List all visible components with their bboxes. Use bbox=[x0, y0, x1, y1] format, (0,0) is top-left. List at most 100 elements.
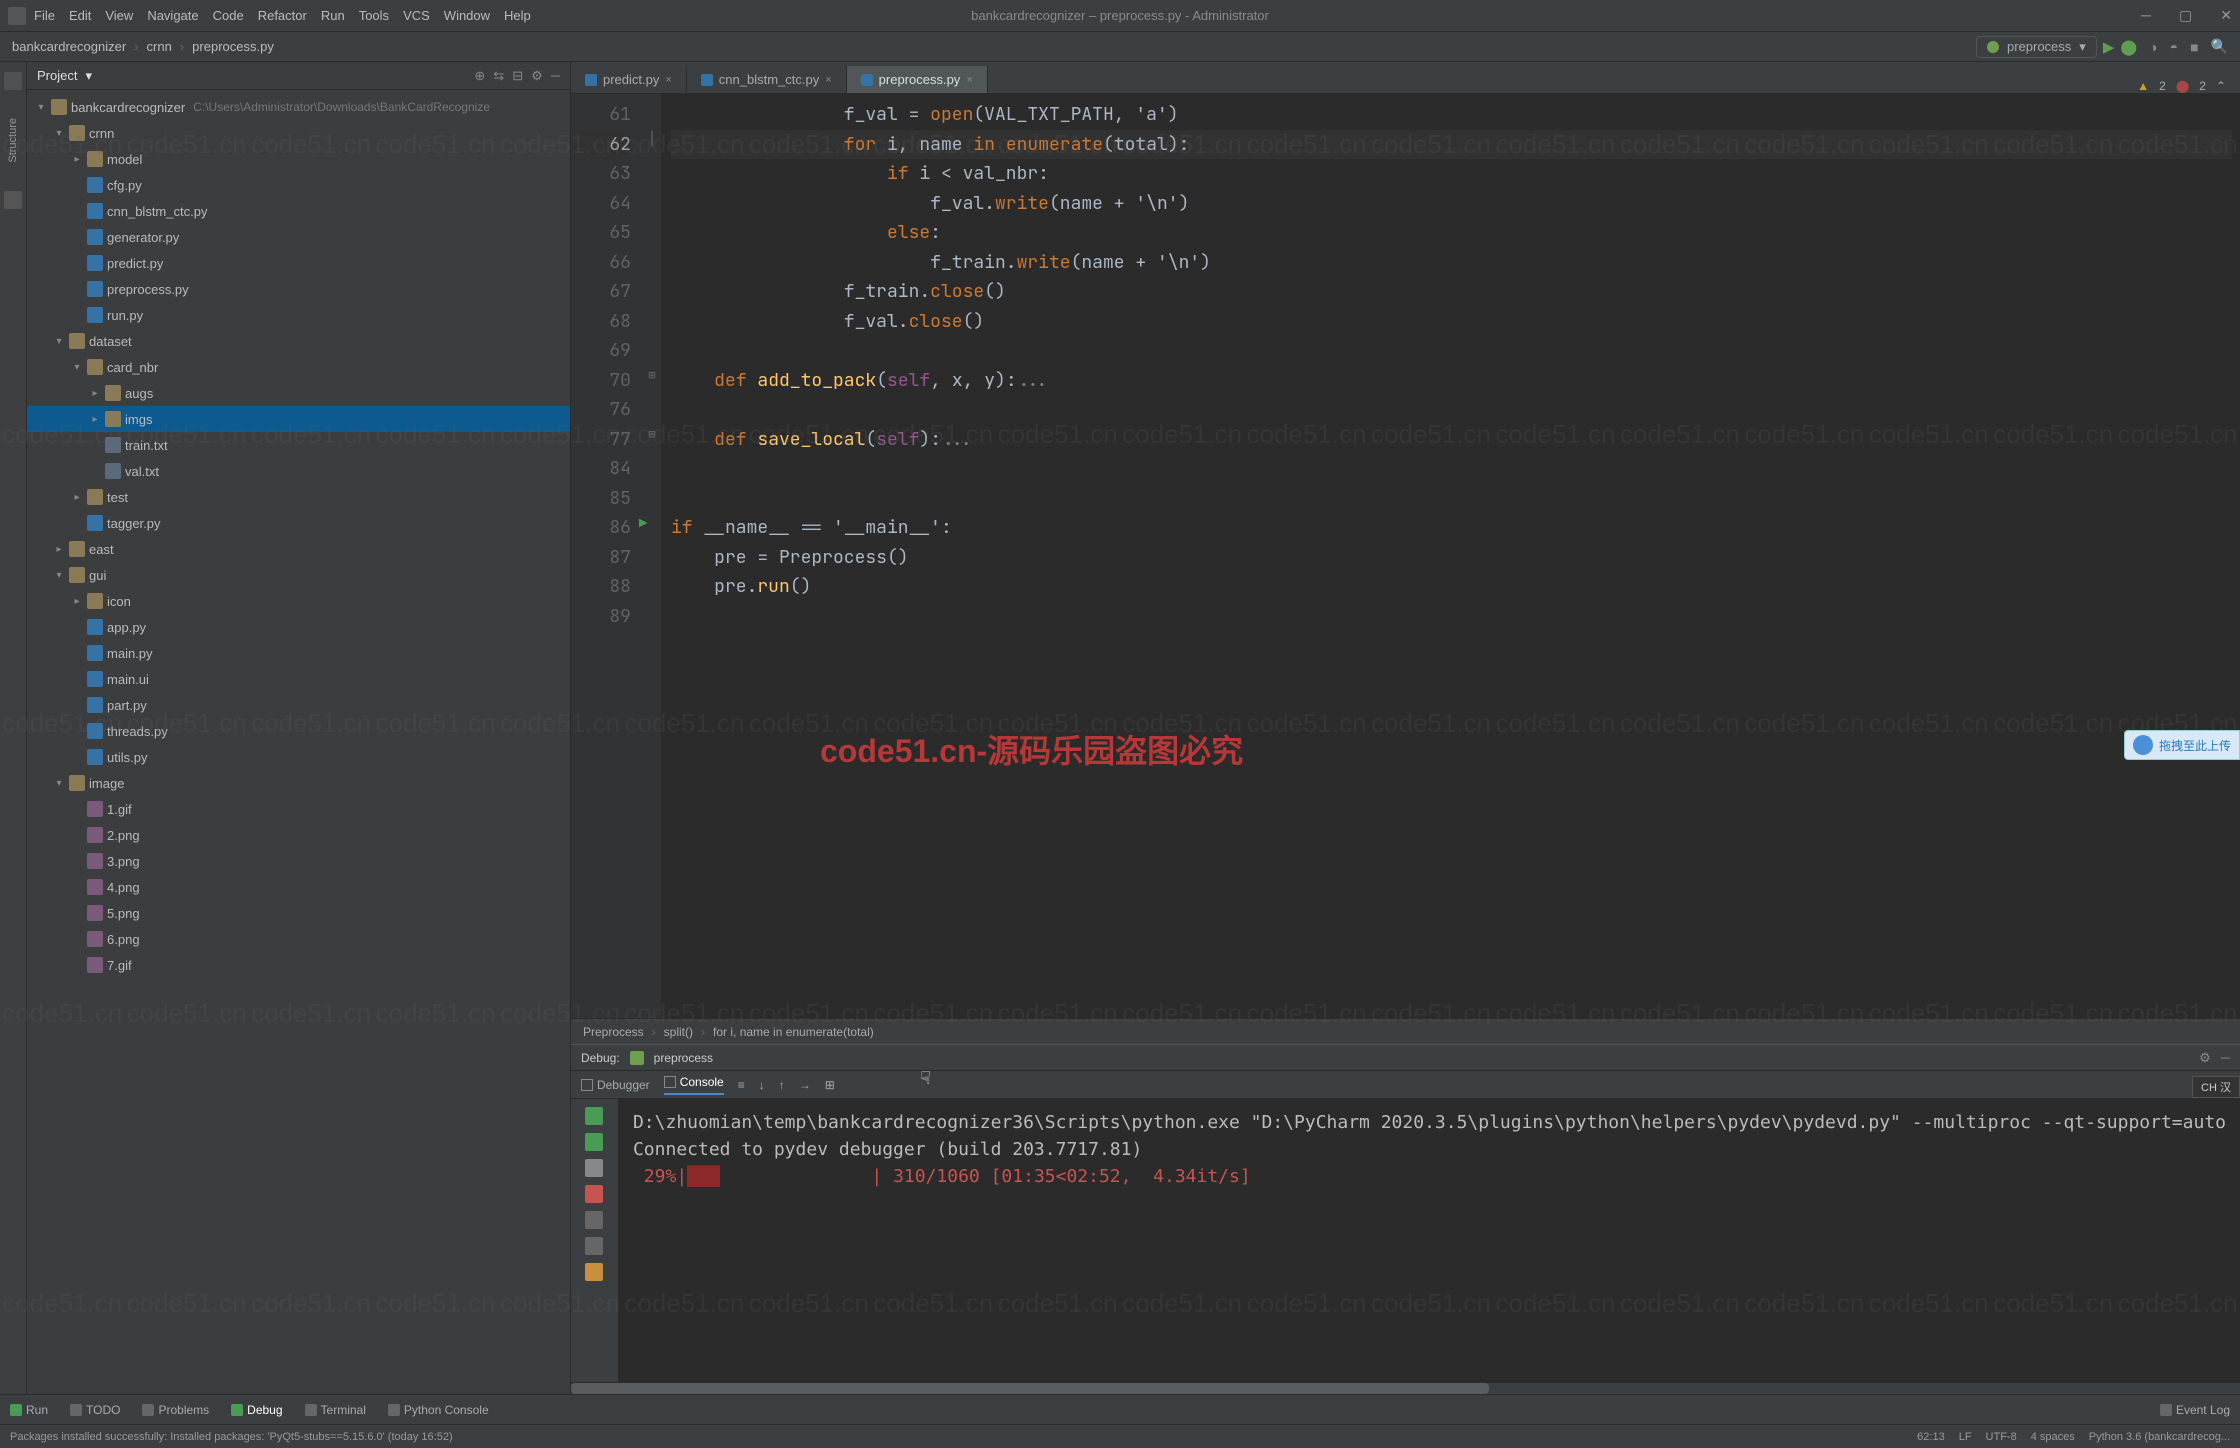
tree-item-part.py[interactable]: part.py bbox=[27, 692, 570, 718]
tree-item-gui[interactable]: ▾gui bbox=[27, 562, 570, 588]
tree-item-main.ui[interactable]: main.ui bbox=[27, 666, 570, 692]
problems-tool[interactable]: Problems bbox=[142, 1403, 209, 1417]
tree-item-generator.py[interactable]: generator.py bbox=[27, 224, 570, 250]
ime-badge[interactable]: CH 汉 bbox=[2192, 1076, 2240, 1098]
run-config-selector[interactable]: preprocess ▾ bbox=[1976, 36, 2097, 58]
tree-item-dataset[interactable]: ▾dataset bbox=[27, 328, 570, 354]
close-button[interactable]: ✕ bbox=[2220, 7, 2232, 24]
run-button[interactable]: ▶ bbox=[2103, 38, 2115, 56]
maximize-button[interactable]: ▢ bbox=[2179, 7, 2192, 24]
tree-item-tagger.py[interactable]: tagger.py bbox=[27, 510, 570, 536]
python-console-tool[interactable]: Python Console bbox=[388, 1403, 489, 1417]
evaluate-icon[interactable]: ⊞ bbox=[825, 1078, 835, 1092]
tree-item-card_nbr[interactable]: ▾card_nbr bbox=[27, 354, 570, 380]
tree-item-east[interactable]: ▸east bbox=[27, 536, 570, 562]
search-button[interactable]: 🔍 bbox=[2211, 38, 2228, 55]
rerun-button[interactable] bbox=[585, 1107, 603, 1125]
tree-item-6.png[interactable]: 6.png bbox=[27, 926, 570, 952]
menu-code[interactable]: Code bbox=[213, 8, 244, 23]
view-breakpoints-button[interactable] bbox=[585, 1211, 603, 1229]
menu-window[interactable]: Window bbox=[444, 8, 490, 23]
tab-predict.py[interactable]: predict.py× bbox=[571, 66, 687, 93]
tree-item-run.py[interactable]: run.py bbox=[27, 302, 570, 328]
tree-item-main.py[interactable]: main.py bbox=[27, 640, 570, 666]
mute-breakpoints-button[interactable] bbox=[585, 1237, 603, 1255]
tree-item-app.py[interactable]: app.py bbox=[27, 614, 570, 640]
minimize-button[interactable]: ─ bbox=[2141, 7, 2151, 24]
tree-item-cfg.py[interactable]: cfg.py bbox=[27, 172, 570, 198]
tree-item-model[interactable]: ▸model bbox=[27, 146, 570, 172]
tree-item-utils.py[interactable]: utils.py bbox=[27, 744, 570, 770]
debug-button[interactable]: ⬤ bbox=[2120, 38, 2137, 56]
tree-item-preprocess.py[interactable]: preprocess.py bbox=[27, 276, 570, 302]
indent[interactable]: 4 spaces bbox=[2031, 1431, 2075, 1443]
profile-button[interactable]: ◓ bbox=[2170, 39, 2178, 55]
event-log[interactable]: Event Log bbox=[2160, 1403, 2230, 1417]
menu-file[interactable]: File bbox=[34, 8, 55, 23]
console-tab[interactable]: Console bbox=[664, 1075, 724, 1095]
fold-gutter[interactable]: │⊞⊞ bbox=[643, 94, 661, 1018]
line-separator[interactable]: LF bbox=[1959, 1431, 1972, 1443]
structure-tool-button[interactable]: Structure bbox=[7, 118, 19, 163]
tab-cnn_blstm_ctc.py[interactable]: cnn_blstm_ctc.py× bbox=[687, 66, 847, 93]
pause-button[interactable] bbox=[585, 1159, 603, 1177]
menu-navigate[interactable]: Navigate bbox=[147, 8, 198, 23]
expand-icon[interactable]: ⇆ bbox=[493, 68, 504, 84]
code-content[interactable]: f_val = open(VAL_TXT_PATH, 'a') for i, n… bbox=[661, 94, 2240, 1018]
breadcrumb-root[interactable]: bankcardrecognizer bbox=[12, 39, 126, 54]
step-out-icon[interactable]: ↑ bbox=[779, 1078, 785, 1092]
debug-settings-icon[interactable]: ⚙ bbox=[2199, 1050, 2211, 1066]
tree-item-train.txt[interactable]: train.txt bbox=[27, 432, 570, 458]
interpreter[interactable]: Python 3.6 (bankcardrecog... bbox=[2089, 1431, 2230, 1443]
settings-icon[interactable]: ⚙ bbox=[531, 68, 543, 84]
run-to-cursor-icon[interactable]: → bbox=[799, 1078, 811, 1092]
todo-tool[interactable]: TODO bbox=[70, 1403, 120, 1417]
cloud-upload-badge[interactable]: 拖拽至此上传 bbox=[2124, 730, 2240, 760]
stop-button[interactable]: ■ bbox=[2190, 39, 2198, 55]
menu-run[interactable]: Run bbox=[321, 8, 345, 23]
inspection-widget[interactable]: ▲2⬤2⌃ bbox=[2137, 79, 2226, 93]
tree-item-augs[interactable]: ▸augs bbox=[27, 380, 570, 406]
tree-item-1.gif[interactable]: 1.gif bbox=[27, 796, 570, 822]
crumb-stmt[interactable]: for i, name in enumerate(total) bbox=[713, 1025, 874, 1039]
tree-item-predict.py[interactable]: predict.py bbox=[27, 250, 570, 276]
coverage-button[interactable]: ◑ bbox=[2149, 39, 2157, 55]
tree-item-2.png[interactable]: 2.png bbox=[27, 822, 570, 848]
layout-button[interactable] bbox=[585, 1263, 603, 1281]
tree-item-4.png[interactable]: 4.png bbox=[27, 874, 570, 900]
breadcrumb-file[interactable]: preprocess.py bbox=[192, 39, 274, 54]
tree-item-3.png[interactable]: 3.png bbox=[27, 848, 570, 874]
tree-item-test[interactable]: ▸test bbox=[27, 484, 570, 510]
tree-item-bankcardrecognizer[interactable]: ▾bankcardrecognizerC:\Users\Administrato… bbox=[27, 94, 570, 120]
menu-refactor[interactable]: Refactor bbox=[258, 8, 307, 23]
encoding[interactable]: UTF-8 bbox=[1986, 1431, 2017, 1443]
tree-item-5.png[interactable]: 5.png bbox=[27, 900, 570, 926]
console-scrollbar[interactable] bbox=[571, 1382, 2240, 1394]
tree-item-crnn[interactable]: ▾crnn bbox=[27, 120, 570, 146]
project-tree[interactable]: ▾bankcardrecognizerC:\Users\Administrato… bbox=[27, 90, 570, 1394]
locate-icon[interactable]: ⊕ bbox=[474, 68, 485, 84]
debugger-tab[interactable]: Debugger bbox=[581, 1078, 650, 1092]
console-output[interactable]: D:\zhuomian\temp\bankcardrecognizer36\Sc… bbox=[619, 1099, 2240, 1382]
tree-item-image[interactable]: ▾image bbox=[27, 770, 570, 796]
collapse-icon[interactable]: ⊟ bbox=[512, 68, 523, 84]
code-area[interactable]: 616263646566676869707677848586878889 │⊞⊞… bbox=[571, 94, 2240, 1018]
debug-hide-icon[interactable]: ─ bbox=[2221, 1050, 2230, 1065]
tab-preprocess.py[interactable]: preprocess.py× bbox=[847, 66, 988, 93]
caret-position[interactable]: 62:13 bbox=[1917, 1431, 1945, 1443]
run-tool[interactable]: Run bbox=[10, 1403, 48, 1417]
scrollbar-thumb[interactable] bbox=[571, 1383, 1489, 1394]
menu-view[interactable]: View bbox=[105, 8, 133, 23]
tree-item-threads.py[interactable]: threads.py bbox=[27, 718, 570, 744]
crumb-method[interactable]: split() bbox=[664, 1025, 693, 1039]
step-into-icon[interactable]: ↓ bbox=[759, 1078, 765, 1092]
breadcrumb-folder[interactable]: crnn bbox=[147, 39, 172, 54]
project-view-label[interactable]: Project bbox=[37, 68, 77, 83]
menu-edit[interactable]: Edit bbox=[69, 8, 91, 23]
tree-item-7.gif[interactable]: 7.gif bbox=[27, 952, 570, 978]
project-tool-button[interactable] bbox=[4, 72, 22, 90]
menu-tools[interactable]: Tools bbox=[359, 8, 389, 23]
favorites-tool-button[interactable] bbox=[4, 191, 22, 209]
menu-help[interactable]: Help bbox=[504, 8, 531, 23]
hide-icon[interactable]: ─ bbox=[551, 68, 560, 83]
